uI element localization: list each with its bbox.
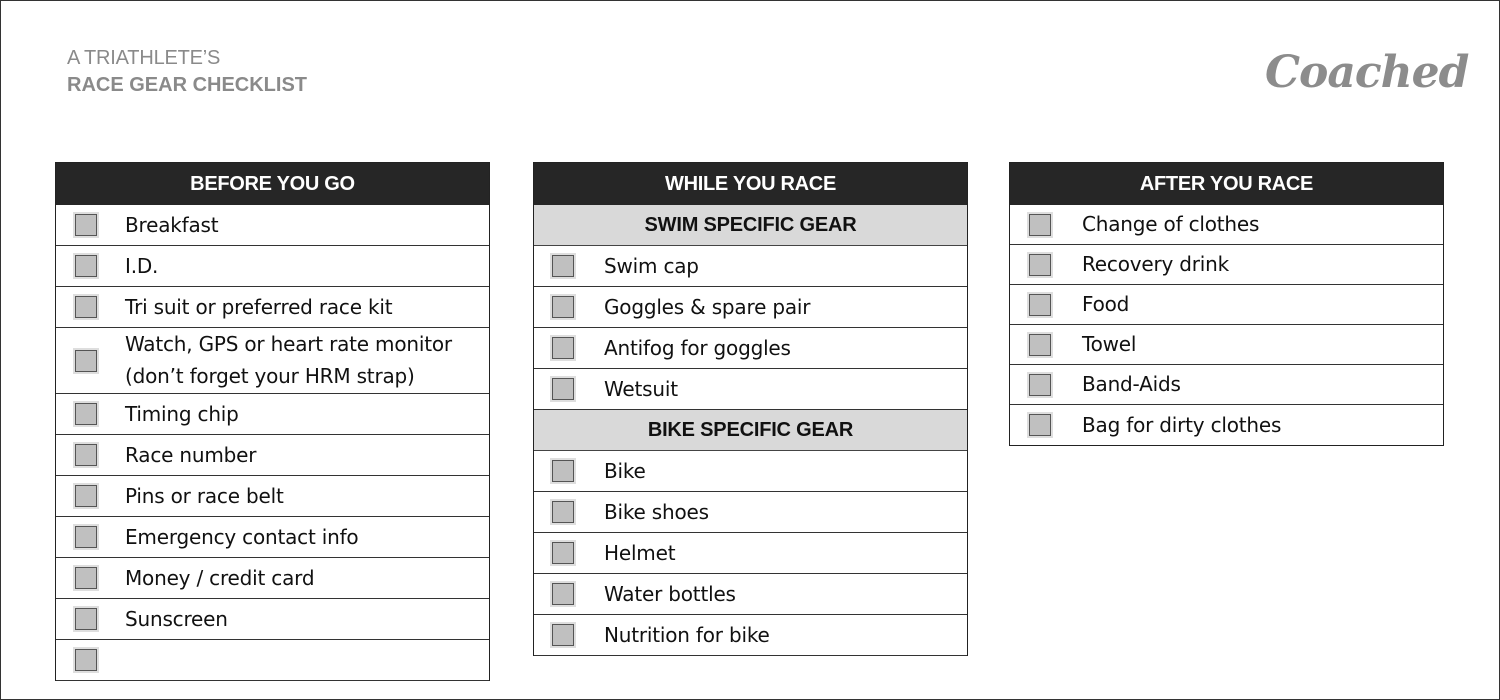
list-item[interactable]: Tri suit or preferred race kit	[56, 287, 489, 328]
checkbox[interactable]	[1027, 371, 1053, 398]
item-label: Recovery drink	[1082, 252, 1230, 276]
item-label: Water bottles	[604, 581, 736, 606]
list-item[interactable]: Towel	[1010, 325, 1443, 365]
item-label: Change of clothes	[1082, 212, 1260, 236]
list-item[interactable]: Pins or race belt	[56, 476, 489, 517]
checkbox[interactable]	[73, 347, 99, 374]
item-label-line2: (don’t forget your HRM strap)	[125, 364, 415, 388]
checkbox[interactable]	[73, 401, 99, 427]
checkbox[interactable]	[73, 483, 99, 509]
item-label: Emergency contact info	[125, 524, 359, 549]
checkbox[interactable]	[550, 581, 576, 607]
list-item[interactable]	[56, 640, 489, 681]
brand-logo: Coached	[1265, 47, 1469, 98]
list-item[interactable]: Sunscreen	[56, 599, 489, 640]
list-item[interactable]: Breakfast	[56, 205, 489, 246]
item-label: Money / credit card	[125, 565, 315, 590]
checkbox[interactable]	[550, 376, 576, 402]
item-label: Food	[1082, 292, 1130, 316]
item-label: I.D.	[125, 253, 159, 278]
item-label: Antifog for goggles	[604, 335, 791, 360]
page-title: RACE GEAR CHECKLIST	[67, 74, 308, 96]
item-label: Wetsuit	[604, 376, 678, 401]
item-label: Sunscreen	[125, 606, 228, 631]
item-label: Swim cap	[604, 253, 699, 278]
checkbox[interactable]	[1027, 211, 1053, 238]
checkbox[interactable]	[1027, 412, 1053, 438]
list-item[interactable]: Wetsuit	[534, 369, 967, 410]
item-label: Pins or race belt	[125, 483, 284, 508]
item-label: Race number	[125, 442, 257, 467]
item-label: Bike	[604, 458, 646, 483]
checklist-page: A TRIATHLETE’S RACE GEAR CHECKLIST Coach…	[0, 0, 1500, 700]
checkbox[interactable]	[73, 442, 99, 468]
list-item[interactable]: Change of clothes	[1010, 205, 1443, 245]
list-item[interactable]: Recovery drink	[1010, 245, 1443, 285]
list-item[interactable]: Money / credit card	[56, 558, 489, 599]
item-label: Nutrition for bike	[604, 622, 770, 647]
section-header-swim: SWIM SPECIFIC GEAR	[534, 205, 967, 246]
item-label: Watch, GPS or heart rate monitor	[125, 332, 452, 356]
checkbox[interactable]	[550, 458, 576, 484]
checkbox[interactable]	[1027, 291, 1053, 318]
item-label: Tri suit or preferred race kit	[125, 294, 393, 319]
while-you-race-column: WHILE YOU RACE SWIM SPECIFIC GEAR Swim c…	[533, 162, 968, 656]
checkbox[interactable]	[550, 294, 576, 320]
before-you-go-column: BEFORE YOU GO Breakfast I.D. Tri suit or…	[55, 162, 490, 681]
column-header: BEFORE YOU GO	[56, 163, 489, 205]
list-item[interactable]: Timing chip	[56, 394, 489, 435]
item-label: Bag for dirty clothes	[1082, 412, 1282, 437]
list-item[interactable]: Bike shoes	[534, 492, 967, 533]
list-item[interactable]: Band-Aids	[1010, 365, 1443, 405]
list-item[interactable]: Watch, GPS or heart rate monitor (don’t …	[56, 328, 489, 394]
checkbox[interactable]	[550, 622, 576, 648]
item-label: Bike shoes	[604, 499, 709, 524]
checkbox[interactable]	[73, 294, 99, 320]
checkbox[interactable]	[73, 524, 99, 550]
list-item[interactable]: Race number	[56, 435, 489, 476]
item-label: Breakfast	[125, 212, 219, 237]
column-header: AFTER YOU RACE	[1010, 163, 1443, 205]
item-label: Helmet	[604, 540, 676, 565]
after-you-race-column: AFTER YOU RACE Change of clothes Recover…	[1009, 162, 1444, 446]
list-item[interactable]: Water bottles	[534, 574, 967, 615]
item-label: Timing chip	[125, 401, 239, 426]
checkbox[interactable]	[73, 565, 99, 591]
list-item[interactable]: Emergency contact info	[56, 517, 489, 558]
checkbox[interactable]	[550, 253, 576, 279]
checkbox[interactable]	[550, 499, 576, 525]
list-item[interactable]: Bag for dirty clothes	[1010, 405, 1443, 445]
title-block: A TRIATHLETE’S RACE GEAR CHECKLIST	[67, 45, 307, 99]
checkbox[interactable]	[73, 647, 99, 673]
list-item[interactable]: Antifog for goggles	[534, 328, 967, 369]
page-subtitle: A TRIATHLETE’S	[67, 47, 221, 69]
column-header: WHILE YOU RACE	[534, 163, 967, 205]
item-label: Towel	[1082, 332, 1137, 356]
item-label: Band-Aids	[1082, 372, 1181, 396]
checkbox[interactable]	[73, 253, 99, 279]
checkbox[interactable]	[73, 212, 99, 238]
list-item[interactable]: Swim cap	[534, 246, 967, 287]
checkbox[interactable]	[73, 606, 99, 632]
list-item[interactable]: Helmet	[534, 533, 967, 574]
checkbox[interactable]	[550, 540, 576, 566]
section-header-bike: BIKE SPECIFIC GEAR	[534, 410, 967, 451]
list-item[interactable]: Goggles & spare pair	[534, 287, 967, 328]
checkbox[interactable]	[550, 335, 576, 361]
checkbox[interactable]	[1027, 251, 1053, 278]
item-label: Goggles & spare pair	[604, 294, 811, 319]
list-item[interactable]: Food	[1010, 285, 1443, 325]
list-item[interactable]: Bike	[534, 451, 967, 492]
checkbox[interactable]	[1027, 331, 1053, 358]
list-item[interactable]: I.D.	[56, 246, 489, 287]
